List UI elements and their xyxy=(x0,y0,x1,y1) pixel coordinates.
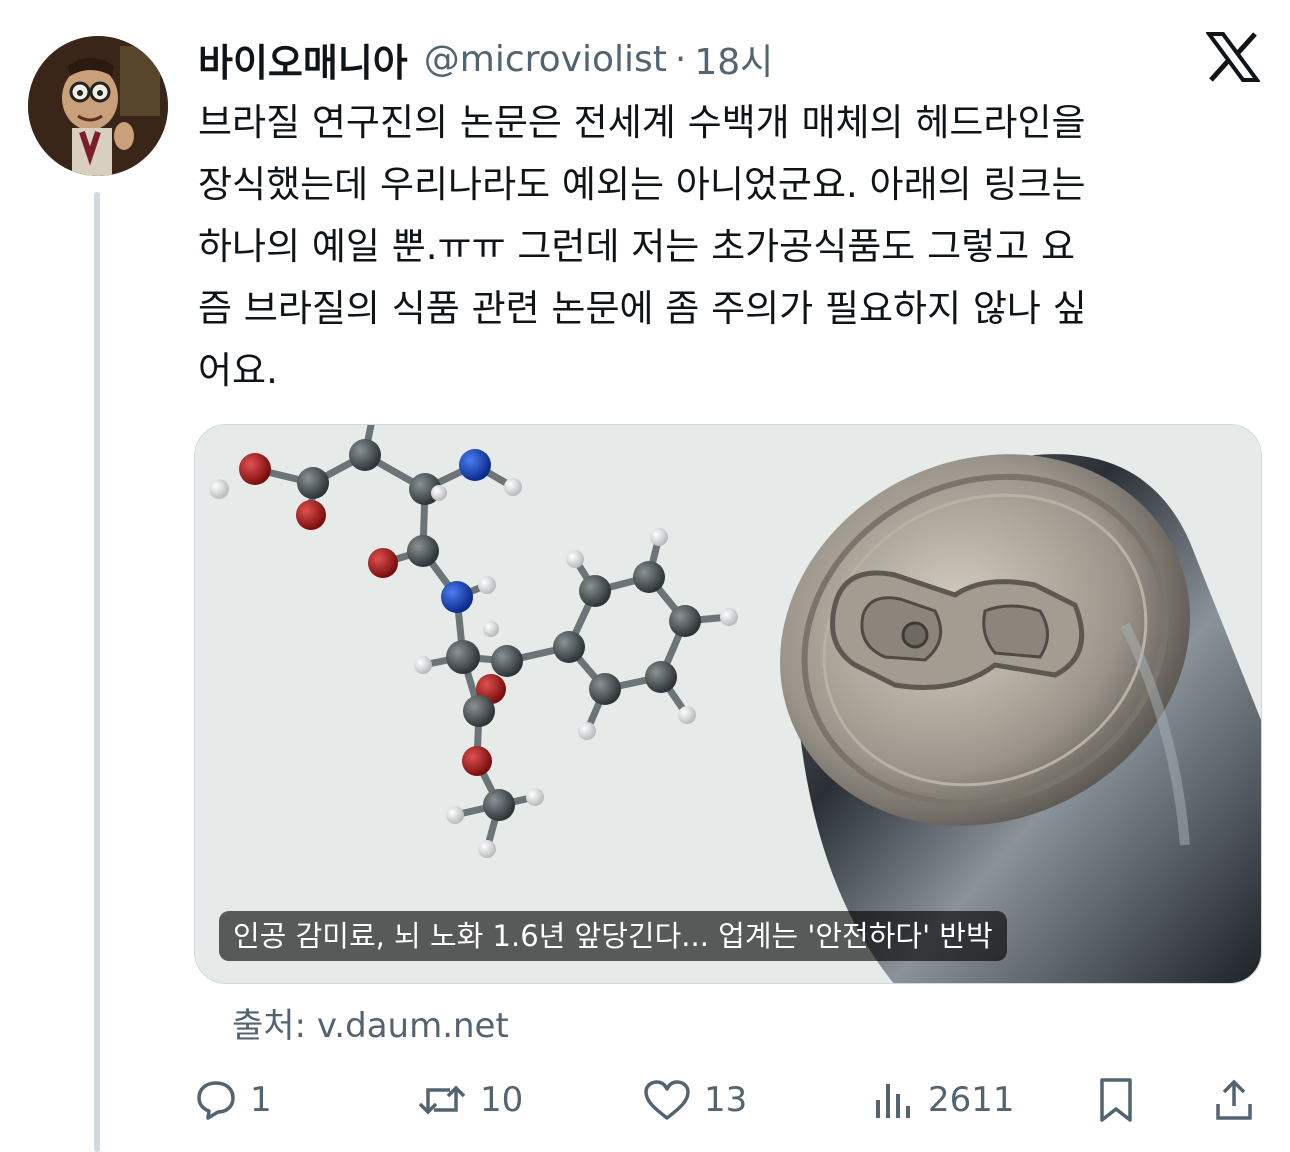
share-icon xyxy=(1216,1079,1252,1120)
timestamp[interactable]: 18시 xyxy=(694,33,773,85)
avatar-image xyxy=(28,36,168,176)
reply-icon xyxy=(197,1081,235,1120)
avatar[interactable] xyxy=(28,36,168,176)
link-card[interactable]: 인공 감미료, 뇌 노화 1.6년 앞당긴다... 업계는 '안전하다' 반박 xyxy=(194,424,1262,984)
tweet-text: 브라질 연구진의 논문은 전세계 수백개 매체의 헤드라인을 장식했는데 우리나… xyxy=(198,92,1268,402)
card-title: 인공 감미료, 뇌 노화 1.6년 앞당긴다... 업계는 '안전하다' 반박 xyxy=(219,911,1007,961)
heart-icon xyxy=(644,1080,690,1120)
thread-line xyxy=(94,192,100,1152)
share-button[interactable] xyxy=(1212,1068,1256,1132)
tweet-text-line: 브라질 연구진의 논문은 전세계 수백개 매체의 헤드라인을 xyxy=(198,101,1086,144)
tweet-header: 바이오매니아 @microviolist · 18시 xyxy=(198,32,773,87)
action-bar: 1 10 13 2611 xyxy=(194,1068,1264,1132)
reply-button[interactable]: 1 xyxy=(194,1068,272,1132)
user-handle[interactable]: @microviolist xyxy=(424,39,667,80)
x-logo-icon xyxy=(1205,32,1261,82)
tweet-text-line: 어요. xyxy=(198,349,278,392)
retweet-button[interactable]: 10 xyxy=(416,1068,523,1132)
like-button[interactable]: 13 xyxy=(642,1068,747,1132)
card-image xyxy=(195,425,1261,983)
views-count: 2611 xyxy=(928,1080,1015,1120)
like-count: 13 xyxy=(704,1080,748,1120)
bookmark-icon xyxy=(1100,1078,1132,1122)
tweet-text-line: 하나의 예일 뿐.ㅠㅠ 그런데 저는 초가공식품도 그렇고 요 xyxy=(198,225,1076,268)
tweet-text-line: 즘 브라질의 식품 관련 논문에 좀 주의가 필요하지 않나 싶 xyxy=(198,287,1087,330)
reply-count: 1 xyxy=(250,1080,272,1120)
bookmark-button[interactable] xyxy=(1094,1068,1138,1132)
card-source[interactable]: 출처: v.daum.net xyxy=(232,998,509,1047)
display-name[interactable]: 바이오매니아 xyxy=(198,32,408,87)
retweet-count: 10 xyxy=(480,1080,524,1120)
separator: · xyxy=(674,38,687,80)
views-button[interactable]: 2611 xyxy=(872,1068,1015,1132)
retweet-icon xyxy=(418,1085,466,1115)
views-chart-icon xyxy=(876,1084,910,1118)
tweet-text-line: 장식했는데 우리나라도 예외는 아니었군요. 아래의 링크는 xyxy=(198,163,1086,206)
